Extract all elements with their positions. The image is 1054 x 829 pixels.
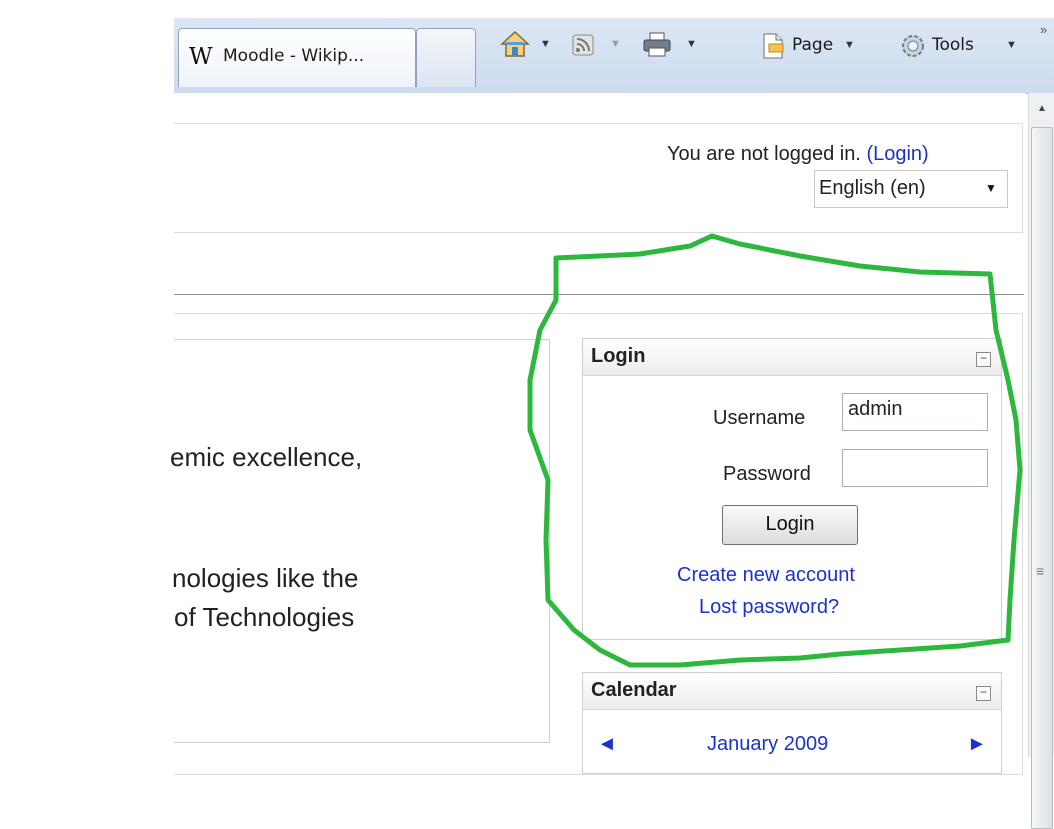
language-select[interactable]: English (en) ▼ bbox=[814, 170, 1008, 208]
tools-menu-label: Tools bbox=[932, 35, 974, 55]
login-status-text: You are not logged in. bbox=[667, 143, 861, 165]
password-field[interactable] bbox=[842, 449, 988, 487]
main-text-line-2: nologies like the bbox=[172, 563, 359, 593]
browser-top-strip bbox=[174, 0, 1054, 18]
password-label: Password bbox=[723, 463, 811, 485]
header-login-link[interactable]: Login bbox=[873, 143, 922, 165]
main-content-box bbox=[174, 339, 550, 743]
toolbar-overflow-chevron[interactable]: » bbox=[1040, 22, 1047, 37]
login-link-close-paren: ) bbox=[922, 143, 929, 165]
calendar-block-header: Calendar − bbox=[583, 673, 1001, 710]
rss-feed-icon bbox=[572, 34, 594, 56]
chevron-down-icon: ▼ bbox=[985, 181, 997, 195]
tools-dropdown-arrow: ▼ bbox=[1006, 39, 1017, 51]
calendar-block-title: Calendar bbox=[591, 679, 677, 701]
page-menu-button[interactable]: Page ▼ bbox=[762, 33, 892, 61]
tab-title: Moodle - Wikip... bbox=[223, 46, 365, 66]
scroll-up-arrow-icon[interactable]: ▲ bbox=[1037, 103, 1047, 114]
print-dropdown-arrow[interactable]: ▼ bbox=[686, 38, 697, 50]
home-dropdown-arrow[interactable]: ▼ bbox=[540, 38, 551, 50]
feeds-button[interactable]: ▼ bbox=[572, 34, 626, 60]
calendar-next-month-arrow-icon[interactable]: ► bbox=[967, 733, 987, 756]
calendar-block-collapse-icon[interactable]: − bbox=[976, 686, 991, 701]
login-block: Login − Username admin Password Login Cr… bbox=[582, 338, 1002, 640]
gear-icon bbox=[902, 35, 924, 57]
home-button[interactable]: ▼ bbox=[500, 30, 554, 60]
print-button[interactable]: ▼ bbox=[640, 32, 700, 60]
page-dropdown-arrow: ▼ bbox=[844, 39, 855, 51]
create-account-link[interactable]: Create new account bbox=[677, 564, 855, 587]
main-text-line-1: emic excellence, bbox=[170, 442, 363, 472]
calendar-block: Calendar − ◄ January 2009 ► bbox=[582, 672, 1002, 774]
tab-moodle-wikipedia[interactable]: W Moodle - Wikip... bbox=[178, 28, 416, 87]
home-icon bbox=[500, 30, 530, 57]
login-block-collapse-icon[interactable]: − bbox=[976, 352, 991, 367]
login-status: You are not logged in. (Login) bbox=[667, 143, 929, 166]
scrollbar-thumb[interactable] bbox=[1031, 127, 1053, 829]
login-button[interactable]: Login bbox=[722, 505, 858, 545]
login-block-title: Login bbox=[591, 345, 646, 367]
username-field[interactable]: admin bbox=[842, 393, 988, 431]
login-block-header: Login − bbox=[583, 339, 1001, 376]
calendar-month-link[interactable]: January 2009 bbox=[707, 733, 828, 756]
scrollbar-grip-icon: ≡ bbox=[1036, 563, 1045, 579]
lost-password-link[interactable]: Lost password? bbox=[699, 596, 839, 619]
language-selected-value: English (en) bbox=[819, 177, 926, 199]
new-tab-button[interactable] bbox=[416, 28, 476, 87]
vertical-scrollbar[interactable]: ▲ ≡ bbox=[1028, 93, 1054, 829]
username-label: Username bbox=[713, 407, 806, 429]
header-divider bbox=[174, 294, 1024, 295]
wikipedia-icon: W bbox=[189, 44, 213, 70]
printer-icon bbox=[643, 32, 671, 57]
main-text-line-3: of Technologies bbox=[174, 602, 355, 632]
page-menu-label: Page bbox=[792, 35, 834, 55]
calendar-prev-month-arrow-icon[interactable]: ◄ bbox=[597, 733, 617, 756]
page-icon bbox=[763, 33, 784, 59]
tools-menu-button[interactable]: Tools ▼ bbox=[900, 33, 1032, 61]
feeds-dropdown-arrow[interactable]: ▼ bbox=[610, 38, 621, 50]
